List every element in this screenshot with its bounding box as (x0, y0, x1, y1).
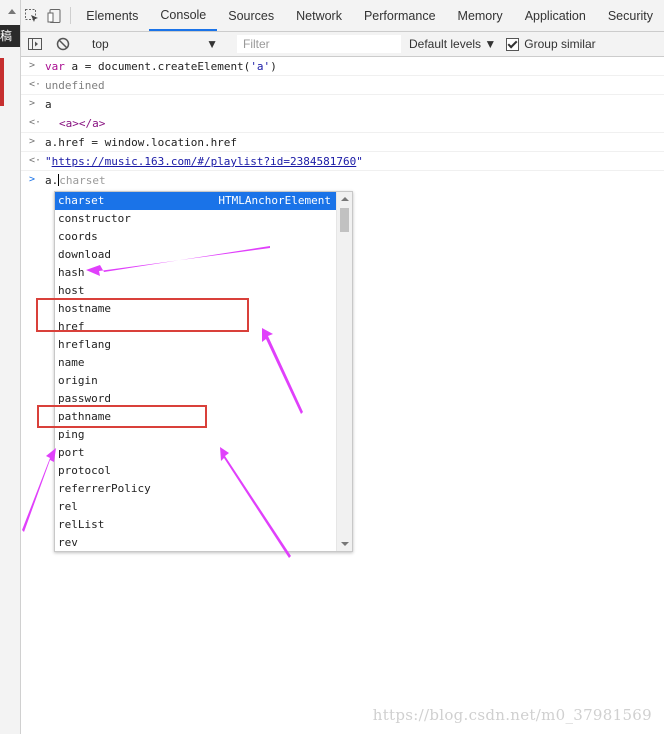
console-entry: <· <a></a> (21, 114, 664, 133)
filter-input[interactable]: Filter (237, 35, 401, 53)
console-input[interactable]: a.charset (45, 174, 106, 187)
log-levels-label: Default levels (409, 37, 482, 51)
prompt-chevron-icon: > (29, 174, 36, 185)
clear-console-icon[interactable] (49, 37, 77, 51)
scrollbar-thumb[interactable] (340, 208, 349, 232)
input-prompt-icon: > (29, 136, 36, 147)
tab-network[interactable]: Network (285, 0, 353, 31)
group-similar-label: Group similar (524, 37, 596, 51)
console-prompt[interactable]: > a.charset (21, 171, 664, 189)
page-edge-strip: 稿 (0, 0, 21, 734)
result-arrow-icon: <· (29, 117, 42, 128)
autocomplete-item[interactable]: constructor (55, 210, 337, 228)
autocomplete-dropdown: charset HTMLAnchorElement constructor coo… (54, 191, 353, 552)
console-input-line: a (45, 98, 52, 111)
highlight-box-hostname-href (36, 298, 249, 332)
tab-sources[interactable]: Sources (217, 0, 285, 31)
console-entry: > a.href = window.location.href (21, 133, 664, 152)
context-selector-value: top (92, 37, 109, 51)
highlight-box-pathname (37, 405, 207, 428)
page-strip-label: 稿 (0, 25, 20, 47)
result-url-link[interactable]: https://music.163.com/#/playlist?id=2384… (52, 155, 357, 168)
autocomplete-item[interactable]: download (55, 246, 337, 264)
autocomplete-item[interactable]: charset HTMLAnchorElement (55, 192, 337, 210)
autocomplete-type-label: HTMLAnchorElement (218, 194, 331, 207)
autocomplete-item[interactable]: rel (55, 498, 337, 516)
console-entry: > a (21, 95, 664, 113)
input-prompt-icon: > (29, 60, 36, 71)
console-entry: <· undefined (21, 76, 664, 95)
tab-security[interactable]: Security (597, 0, 664, 31)
tab-application[interactable]: Application (514, 0, 597, 31)
tab-console[interactable]: Console (149, 0, 218, 31)
autocomplete-item[interactable]: relList (55, 516, 337, 534)
autocomplete-item[interactable]: referrerPolicy (55, 480, 337, 498)
console-toolbar: top ▼ Filter Default levels ▼ Group simi… (21, 32, 664, 57)
device-toolbar-icon[interactable] (44, 0, 67, 31)
tab-memory[interactable]: Memory (447, 0, 514, 31)
dropdown-arrow-icon: ▼ (206, 37, 218, 51)
scroll-up-icon[interactable] (8, 9, 16, 14)
devtools-tab-bar: Elements Console Sources Network Perform… (21, 0, 664, 32)
context-selector[interactable]: top ▼ (86, 35, 224, 53)
watermark-text: https://blog.csdn.net/m0_37981569 (372, 706, 652, 724)
autocomplete-item[interactable]: hash (55, 264, 337, 282)
autocomplete-item[interactable]: coords (55, 228, 337, 246)
result-arrow-icon: <· (29, 155, 42, 166)
result-arrow-icon: <· (29, 79, 42, 90)
console-result-line: "https://music.163.com/#/playlist?id=238… (45, 155, 363, 168)
scroll-down-icon[interactable] (341, 542, 349, 546)
autocomplete-scrollbar[interactable] (336, 192, 352, 551)
sidebar-toggle-icon[interactable] (21, 37, 49, 51)
dropdown-arrow-icon: ▼ (484, 37, 497, 51)
autocomplete-item[interactable]: name (55, 354, 337, 372)
console-input-line: a.href = window.location.href (45, 136, 238, 149)
toolbar-divider (70, 7, 72, 24)
console-result-element[interactable]: <a></a> (59, 117, 105, 130)
tab-elements[interactable]: Elements (75, 0, 149, 31)
autocomplete-item[interactable]: hreflang (55, 336, 337, 354)
autocomplete-item[interactable]: port (55, 444, 337, 462)
autocomplete-item[interactable]: rev (55, 534, 337, 551)
console-input-line: var a = document.createElement('a') (45, 60, 277, 73)
autocomplete-item[interactable]: ping (55, 426, 337, 444)
scroll-up-icon[interactable] (341, 197, 349, 201)
group-similar-checkbox[interactable] (506, 37, 520, 51)
console-result-line: undefined (45, 79, 105, 92)
console-entry: <· "https://music.163.com/#/playlist?id=… (21, 152, 664, 171)
inspect-element-icon[interactable] (21, 0, 44, 31)
autocomplete-item[interactable]: protocol (55, 462, 337, 480)
page-strip-accent (0, 58, 4, 106)
tab-performance[interactable]: Performance (353, 0, 447, 31)
input-prompt-icon: > (29, 98, 36, 109)
autocomplete-item[interactable]: origin (55, 372, 337, 390)
console-entry: > var a = document.createElement('a') (21, 57, 664, 76)
log-levels-dropdown[interactable]: Default levels ▼ (409, 37, 496, 51)
